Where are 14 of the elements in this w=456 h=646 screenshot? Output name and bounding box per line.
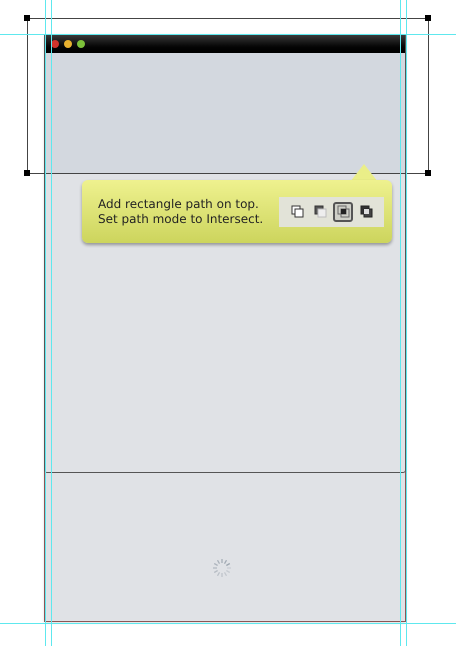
- instruction-text: Add rectangle path on top.: [98, 196, 260, 212]
- window-control[interactable]: [77, 40, 85, 48]
- loading-spinner-icon: [211, 557, 233, 579]
- handle[interactable]: [24, 15, 30, 21]
- handle[interactable]: [425, 15, 431, 21]
- intersect-mode-button[interactable]: [333, 202, 354, 222]
- overlapping-squares-icon: [336, 204, 351, 219]
- overlapping-squares-icon: [312, 204, 328, 219]
- handle[interactable]: [24, 170, 30, 176]
- handle[interactable]: [425, 170, 431, 176]
- instruction-text: Set path mode to Intersect.: [98, 212, 264, 226]
- window-control[interactable]: [64, 40, 72, 48]
- overlapping-squares-icon: [290, 204, 305, 219]
- overlapping-squares-icon: [358, 204, 374, 219]
